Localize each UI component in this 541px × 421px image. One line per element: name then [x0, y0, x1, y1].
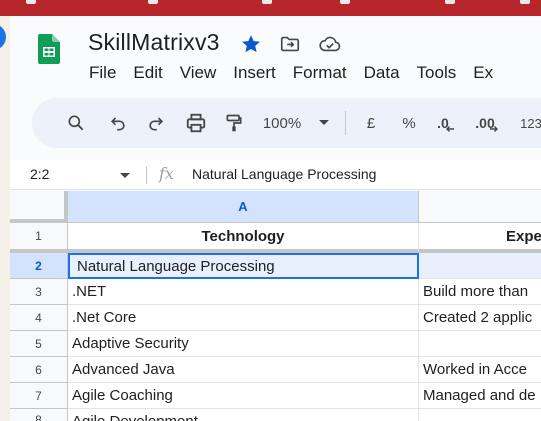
move-to-folder-icon[interactable] [278, 32, 302, 56]
row-header-4[interactable]: 4 [10, 305, 68, 331]
cell-b8[interactable] [419, 409, 541, 421]
cell-a6[interactable]: Advanced Java [68, 357, 419, 383]
toolbar-divider [345, 111, 346, 135]
column-header-a[interactable]: A [68, 191, 419, 223]
zoom-dropdown-arrow-icon[interactable] [316, 110, 332, 136]
menu-data[interactable]: Data [364, 63, 400, 85]
cell-a2[interactable]: Natural Language Processing [68, 253, 419, 279]
row-header-7[interactable]: 7 [10, 383, 68, 409]
tab-fragment [340, 0, 350, 4]
cell-b1[interactable]: Expe [419, 223, 541, 253]
search-menus-icon[interactable] [64, 110, 88, 136]
sheets-app: SkillMatrixv3 File Edit View Insert Form… [10, 16, 541, 421]
more-formats-button[interactable]: 123 [516, 110, 541, 136]
cell-a1[interactable]: Technology [68, 223, 419, 253]
star-icon[interactable] [239, 32, 263, 56]
formula-input[interactable]: Natural Language Processing [192, 166, 376, 182]
row-header-8[interactable]: 8 [10, 409, 68, 421]
cell-b2[interactable] [419, 253, 541, 279]
browser-tab-strip [0, 0, 541, 16]
row-header-5[interactable]: 5 [10, 331, 68, 357]
menu-tools[interactable]: Tools [417, 63, 457, 85]
cell-b3[interactable]: Build more than [419, 279, 541, 305]
redo-icon[interactable] [144, 110, 168, 136]
tab-fragment [148, 0, 158, 4]
cell-a7[interactable]: Agile Coaching [68, 383, 419, 409]
toolbar: 100% £ % .0 .00 123 [32, 98, 541, 148]
menu-edit[interactable]: Edit [133, 63, 162, 85]
row-header-2[interactable]: 2 [10, 253, 68, 279]
menu-insert[interactable]: Insert [233, 63, 276, 85]
sheets-logo-icon[interactable] [38, 34, 60, 64]
menu-format[interactable]: Format [293, 63, 347, 85]
menu-file[interactable]: File [89, 63, 116, 85]
right-arrow-icon [489, 126, 498, 132]
menu-view[interactable]: View [180, 63, 217, 85]
tab-fragment [262, 0, 272, 4]
row-header-3[interactable]: 3 [10, 279, 68, 305]
tab-fragment [26, 0, 36, 4]
undo-icon[interactable] [106, 110, 130, 136]
cell-a3[interactable]: .NET [68, 279, 419, 305]
left-window-edge [0, 16, 10, 421]
currency-format-button[interactable]: £ [362, 110, 380, 136]
decrease-decimals-button[interactable]: .0 [434, 110, 458, 136]
paint-format-icon[interactable] [222, 110, 246, 136]
name-box-dropdown-icon[interactable] [118, 168, 132, 182]
name-box[interactable]: 2:2 [30, 166, 49, 182]
tab-fragment [445, 0, 455, 4]
fx-icon: fx [159, 164, 174, 183]
formula-bar-divider [146, 166, 147, 184]
spreadsheet-grid: A 1 Technology Expe 2 Natural Language P… [10, 191, 541, 421]
tab-fragment [520, 0, 530, 4]
print-icon[interactable] [184, 110, 208, 136]
cell-a8[interactable]: Agile Development [68, 409, 419, 421]
cell-b5[interactable] [419, 331, 541, 357]
cell-a5[interactable]: Adaptive Security [68, 331, 419, 357]
menu-bar: File Edit View Insert Format Data Tools … [89, 63, 510, 85]
cell-b4[interactable]: Created 2 applic [419, 305, 541, 331]
increase-decimals-button[interactable]: .00 [470, 110, 504, 136]
document-title[interactable]: SkillMatrixv3 [88, 29, 220, 56]
percent-format-button[interactable]: % [400, 110, 418, 136]
cell-a4[interactable]: .Net Core [68, 305, 419, 331]
cloud-saved-icon[interactable] [318, 32, 342, 56]
select-all-corner[interactable] [10, 191, 68, 223]
row-header-1[interactable]: 1 [10, 223, 68, 253]
zoom-value[interactable]: 100% [256, 110, 308, 136]
column-header-b[interactable] [419, 191, 541, 223]
cell-b6[interactable]: Worked in Acce [419, 357, 541, 383]
cell-b7[interactable]: Managed and de [419, 383, 541, 409]
formula-bar: 2:2 fx Natural Language Processing [10, 160, 541, 190]
row-header-6[interactable]: 6 [10, 357, 68, 383]
left-arrow-icon [445, 126, 454, 132]
menu-extensions[interactable]: Ex [473, 63, 493, 85]
